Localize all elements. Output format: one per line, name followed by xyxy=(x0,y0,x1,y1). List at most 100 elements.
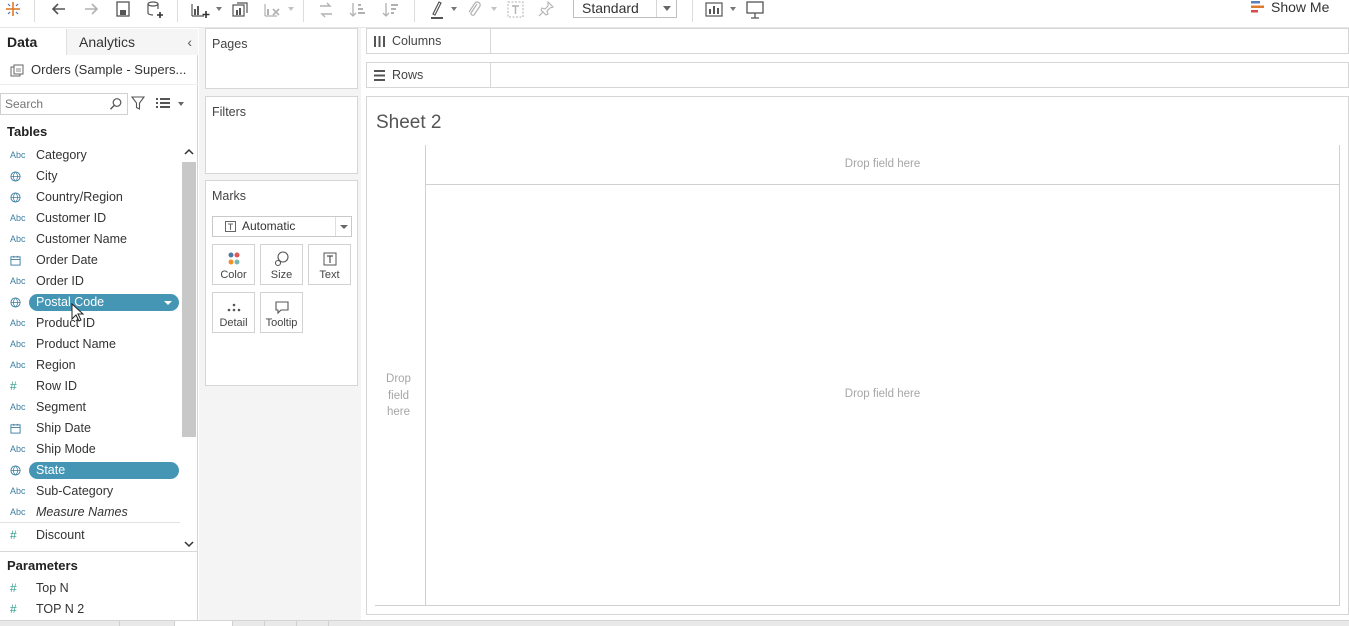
string-type-icon: Abc xyxy=(10,318,26,328)
sort-desc-icon[interactable] xyxy=(381,0,401,20)
marks-title: Marks xyxy=(212,189,247,203)
toolbar-separator xyxy=(177,0,178,22)
scrollbar-thumb[interactable] xyxy=(182,162,196,437)
drop-hint-left: Drop field here xyxy=(386,373,411,418)
sheet-tab[interactable] xyxy=(297,621,329,626)
clear-dropdown[interactable] xyxy=(288,7,294,11)
tab-analytics[interactable]: Analytics ‹ xyxy=(67,29,198,55)
columns-shelf-label: Columns xyxy=(367,29,491,53)
tooltip-label: Tooltip xyxy=(265,317,298,329)
field-item[interactable]: Abc Ship Mode xyxy=(0,439,180,460)
scroll-up-icon[interactable] xyxy=(184,147,194,157)
column-drop-zone[interactable]: Drop field here xyxy=(425,145,1340,185)
scroll-down-icon[interactable] xyxy=(184,539,194,549)
sheet-tab[interactable] xyxy=(265,621,297,626)
view-icon[interactable] xyxy=(156,97,170,109)
row-drop-zone[interactable]: Drop field here xyxy=(375,185,426,606)
view-dropdown-icon[interactable] xyxy=(178,102,184,106)
field-item[interactable]: Order Date xyxy=(0,250,180,271)
show-cards-dropdown[interactable] xyxy=(730,7,736,11)
columns-shelf[interactable]: Columns xyxy=(366,28,1349,54)
number-type-icon: # xyxy=(10,379,17,393)
parameter-item[interactable]: # Top N xyxy=(0,578,180,599)
sheet-tab[interactable] xyxy=(120,621,175,626)
toolbar-separator xyxy=(692,0,693,22)
field-item[interactable]: Abc Customer Name xyxy=(0,229,180,250)
undo-icon[interactable] xyxy=(50,0,68,20)
group-dropdown[interactable] xyxy=(491,7,497,11)
field-item[interactable]: Abc Category xyxy=(0,145,180,166)
rows-shelf[interactable]: Rows xyxy=(366,62,1349,88)
field-item[interactable]: Abc Product Name xyxy=(0,334,180,355)
redo-icon[interactable] xyxy=(82,0,100,20)
filter-icon[interactable] xyxy=(131,96,145,110)
tableau-logo-icon[interactable] xyxy=(4,0,22,20)
filters-card[interactable]: Filters xyxy=(205,96,358,174)
collapse-pane-icon[interactable]: ‹ xyxy=(187,34,192,50)
sheet-tab[interactable] xyxy=(233,621,265,626)
marks-size-select[interactable]: Standard xyxy=(573,0,677,18)
datasource-item[interactable]: Orders (Sample - Supers... xyxy=(0,56,198,85)
chevron-down-icon xyxy=(656,0,676,17)
presentation-icon[interactable] xyxy=(745,0,765,20)
highlight-dropdown[interactable] xyxy=(451,7,457,11)
parameter-item[interactable]: # TOP N 2 xyxy=(0,599,180,620)
tab-data[interactable]: Data xyxy=(0,29,67,55)
sheet-tab-active[interactable] xyxy=(175,621,233,626)
field-item[interactable]: Abc Product ID xyxy=(0,313,180,334)
field-item[interactable]: # Discount xyxy=(0,525,180,545)
show-cards-icon[interactable] xyxy=(704,0,726,20)
field-item[interactable]: Abc Segment xyxy=(0,397,180,418)
field-item[interactable]: Abc Region xyxy=(0,355,180,376)
new-worksheet-icon[interactable] xyxy=(189,0,211,20)
pin-icon[interactable] xyxy=(537,0,555,20)
string-type-icon: Abc xyxy=(10,402,26,412)
show-me-label: Show Me xyxy=(1271,0,1330,15)
clear-icon[interactable] xyxy=(262,0,282,20)
field-item[interactable]: City xyxy=(0,166,180,187)
field-item[interactable]: Abc Measure Names xyxy=(0,502,180,523)
pages-card[interactable]: Pages xyxy=(205,28,358,89)
new-worksheet-dropdown[interactable] xyxy=(216,7,222,11)
toolbar-separator xyxy=(303,0,304,22)
field-item-selected[interactable]: State xyxy=(0,460,180,481)
toolbar: Standard Show Me xyxy=(0,0,1349,28)
sort-asc-icon[interactable] xyxy=(348,0,368,20)
detail-button[interactable]: Detail xyxy=(212,292,255,333)
main-drop-zone[interactable]: Drop field here xyxy=(426,185,1340,606)
duplicate-icon[interactable] xyxy=(230,0,250,20)
tooltip-button[interactable]: Tooltip xyxy=(260,292,303,333)
chevron-down-icon[interactable] xyxy=(164,301,172,305)
mark-type-select[interactable]: Automatic xyxy=(212,216,352,237)
mouse-cursor-icon xyxy=(71,303,85,322)
search-icon[interactable] xyxy=(109,97,123,111)
datasource-name: Orders (Sample - Supers... xyxy=(31,62,187,77)
field-item[interactable]: Ship Date xyxy=(0,418,180,439)
data-pane: Data Analytics ‹ Orders (Sample - Supers… xyxy=(0,29,198,626)
sheet-tab[interactable] xyxy=(0,621,120,626)
pages-title: Pages xyxy=(212,37,248,51)
field-item[interactable]: # Row ID xyxy=(0,376,180,397)
field-item-selected[interactable]: Postal Code xyxy=(0,292,180,313)
toolbar-separator xyxy=(34,0,35,22)
field-item[interactable]: Abc Sub-Category xyxy=(0,481,180,502)
field-item[interactable]: Country/Region xyxy=(0,187,180,208)
save-icon[interactable] xyxy=(114,0,132,20)
label-icon[interactable] xyxy=(506,0,526,20)
size-button[interactable]: Size xyxy=(260,244,303,285)
field-item[interactable]: Abc Customer ID xyxy=(0,208,180,229)
swap-icon[interactable] xyxy=(316,0,336,20)
tooltip-icon xyxy=(274,301,289,315)
pane-divider xyxy=(0,551,198,552)
tables-title: Tables xyxy=(7,124,48,139)
group-icon[interactable] xyxy=(465,0,483,20)
show-me-button[interactable]: Show Me xyxy=(1251,0,1329,18)
new-datasource-icon[interactable] xyxy=(145,0,165,20)
text-button[interactable]: Text xyxy=(308,244,351,285)
string-type-icon: Abc xyxy=(10,444,26,454)
color-button[interactable]: Color xyxy=(212,244,255,285)
highlight-icon[interactable] xyxy=(428,0,446,20)
tab-analytics-label: Analytics xyxy=(79,34,136,50)
sheet-title[interactable]: Sheet 2 xyxy=(376,112,442,134)
field-item[interactable]: Abc Order ID xyxy=(0,271,180,292)
